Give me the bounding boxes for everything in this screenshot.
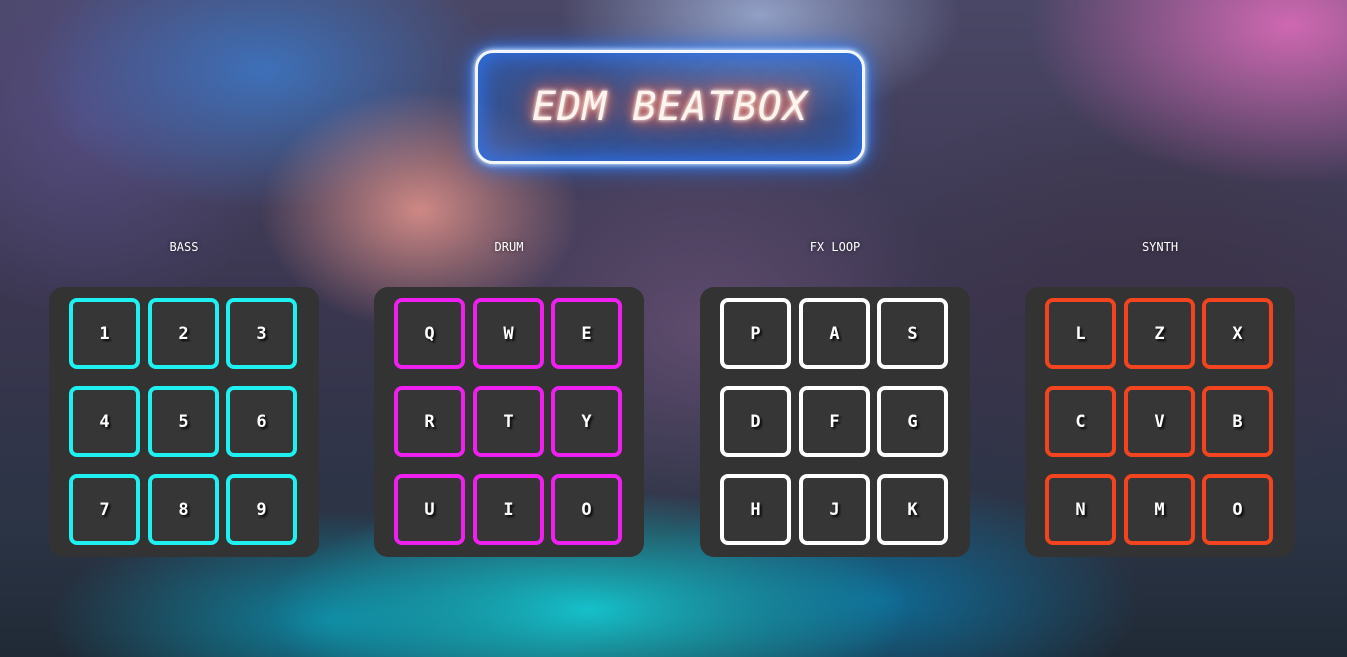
pad-key-label: G (907, 411, 918, 432)
bass-pad-6[interactable]: 6 (226, 386, 297, 457)
bass-pad-panel: 1 2 3 4 5 6 7 8 9 (49, 287, 319, 557)
neon-title-sign: EDM BEATBOX (475, 50, 865, 164)
pad-key-label: D (750, 411, 761, 432)
pad-key-label: Y (581, 411, 592, 432)
drum-pad-r[interactable]: R (394, 386, 465, 457)
pad-key-label: J (829, 499, 840, 520)
drum-pad-o[interactable]: O (551, 474, 622, 545)
drum-pad-t[interactable]: T (473, 386, 544, 457)
fx-loop-pad-s[interactable]: S (877, 298, 948, 369)
fx-loop-pad-g[interactable]: G (877, 386, 948, 457)
pad-key-label: W (503, 323, 514, 344)
fx-loop-pad-d[interactable]: D (720, 386, 791, 457)
drum-group-label: DRUM (494, 240, 524, 254)
drum-pad-e[interactable]: E (551, 298, 622, 369)
pad-key-label: N (1075, 499, 1086, 520)
synth-pad-x[interactable]: X (1202, 298, 1273, 369)
page-title: EDM BEATBOX (532, 84, 808, 130)
drum-pad-y[interactable]: Y (551, 386, 622, 457)
fx-loop-pad-a[interactable]: A (799, 298, 870, 369)
pad-key-label: E (581, 323, 592, 344)
pad-key-label: U (424, 499, 435, 520)
bass-pad-4[interactable]: 4 (69, 386, 140, 457)
synth-pad-v[interactable]: V (1124, 386, 1195, 457)
pad-key-label: 4 (99, 411, 110, 432)
pad-key-label: 6 (256, 411, 267, 432)
fx-loop-pad-panel: P A S D F G H J K (700, 287, 970, 557)
bass-group-label: BASS (169, 240, 199, 254)
synth-pad-z[interactable]: Z (1124, 298, 1195, 369)
pad-key-label: 2 (178, 323, 189, 344)
synth-pad-m[interactable]: M (1124, 474, 1195, 545)
pad-key-label: 9 (256, 499, 267, 520)
synth-pad-l[interactable]: L (1045, 298, 1116, 369)
fx-loop-pad-k[interactable]: K (877, 474, 948, 545)
pad-key-label: B (1232, 411, 1243, 432)
pad-key-label: 7 (99, 499, 110, 520)
pad-key-label: Z (1154, 323, 1165, 344)
pad-key-label: F (829, 411, 840, 432)
bass-pad-7[interactable]: 7 (69, 474, 140, 545)
synth-group-label: SYNTH (1141, 240, 1179, 254)
pad-key-label: T (503, 411, 514, 432)
bass-pad-3[interactable]: 3 (226, 298, 297, 369)
pad-key-label: 3 (256, 323, 267, 344)
pad-key-label: O (581, 499, 592, 520)
drum-pad-u[interactable]: U (394, 474, 465, 545)
synth-pad-c[interactable]: C (1045, 386, 1116, 457)
pad-key-label: H (750, 499, 761, 520)
synth-pad-panel: L Z X C V B N M O (1025, 287, 1295, 557)
synth-pad-n[interactable]: N (1045, 474, 1116, 545)
pad-key-label: Q (424, 323, 435, 344)
pad-key-label: I (503, 499, 514, 520)
pad-key-label: O (1232, 499, 1243, 520)
fx-loop-pad-h[interactable]: H (720, 474, 791, 545)
drum-pad-q[interactable]: Q (394, 298, 465, 369)
fx-loop-pad-j[interactable]: J (799, 474, 870, 545)
pad-key-label: V (1154, 411, 1165, 432)
pad-key-label: R (424, 411, 435, 432)
pad-key-label: X (1232, 323, 1243, 344)
pad-key-label: 1 (99, 323, 110, 344)
pad-key-label: K (907, 499, 918, 520)
drum-pad-i[interactable]: I (473, 474, 544, 545)
fx-loop-pad-p[interactable]: P (720, 298, 791, 369)
pad-key-label: P (750, 323, 761, 344)
bass-pad-9[interactable]: 9 (226, 474, 297, 545)
pad-key-label: A (829, 323, 840, 344)
pad-key-label: 5 (178, 411, 189, 432)
bass-pad-5[interactable]: 5 (148, 386, 219, 457)
pad-key-label: 8 (178, 499, 189, 520)
bass-pad-1[interactable]: 1 (69, 298, 140, 369)
drum-pad-panel: Q W E R T Y U I O (374, 287, 644, 557)
pad-key-label: M (1154, 499, 1165, 520)
pad-key-label: L (1075, 323, 1086, 344)
pad-key-label: C (1075, 411, 1086, 432)
bass-pad-2[interactable]: 2 (148, 298, 219, 369)
synth-pad-b[interactable]: B (1202, 386, 1273, 457)
pad-key-label: S (907, 323, 918, 344)
fx-loop-pad-f[interactable]: F (799, 386, 870, 457)
synth-pad-o[interactable]: O (1202, 474, 1273, 545)
fx-loop-group-label: FX LOOP (809, 240, 861, 254)
bass-pad-8[interactable]: 8 (148, 474, 219, 545)
drum-pad-w[interactable]: W (473, 298, 544, 369)
